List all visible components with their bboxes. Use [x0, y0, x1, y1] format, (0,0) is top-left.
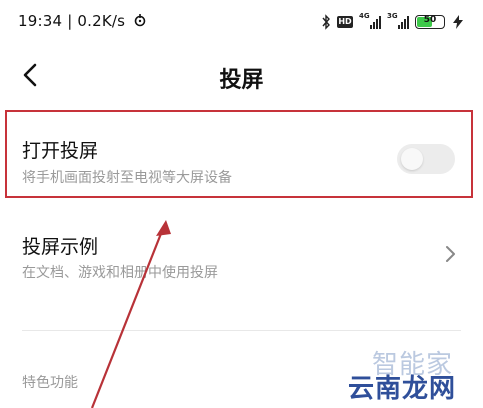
section-header-features: 特色功能 — [22, 375, 78, 391]
battery-level: 50 — [423, 15, 437, 25]
sim2-network-label: 3G — [387, 12, 398, 20]
status-bar: 19:34 | 0.2K/s HD 4G 3G 50 — [0, 0, 483, 46]
cast-example-title: 投屏示例 — [22, 236, 99, 258]
page-title: 投屏 — [219, 68, 264, 93]
sync-icon — [134, 14, 146, 27]
sim1-network-label: 4G — [359, 12, 370, 20]
chevron-right-icon — [446, 246, 455, 262]
cast-example-row[interactable]: 投屏示例 在文档、游戏和相册中使用投屏 — [0, 218, 483, 298]
hd-badge: HD — [337, 16, 353, 28]
cast-example-subtitle: 在文档、游戏和相册中使用投屏 — [22, 265, 218, 281]
status-icons: HD 4G 3G 50 — [321, 12, 465, 31]
bluetooth-icon — [322, 14, 330, 30]
divider — [22, 330, 461, 331]
watermark-bottom: 云南龙网 — [348, 374, 457, 404]
screen: 19:34 | 0.2K/s HD 4G 3G 50 投屏 打开投屏 将手机画面… — [0, 0, 483, 408]
charging-icon — [453, 15, 463, 29]
header: 投屏 — [0, 46, 483, 108]
highlight-box — [5, 110, 473, 198]
status-time-speed: 19:34 | 0.2K/s — [18, 12, 147, 30]
wifi-signal-icon: 3G — [387, 12, 409, 29]
cellular-signal-icon: 4G — [359, 12, 381, 29]
status-time-speed-text: 19:34 | 0.2K/s — [18, 12, 126, 30]
battery-icon: 50 — [415, 15, 445, 29]
